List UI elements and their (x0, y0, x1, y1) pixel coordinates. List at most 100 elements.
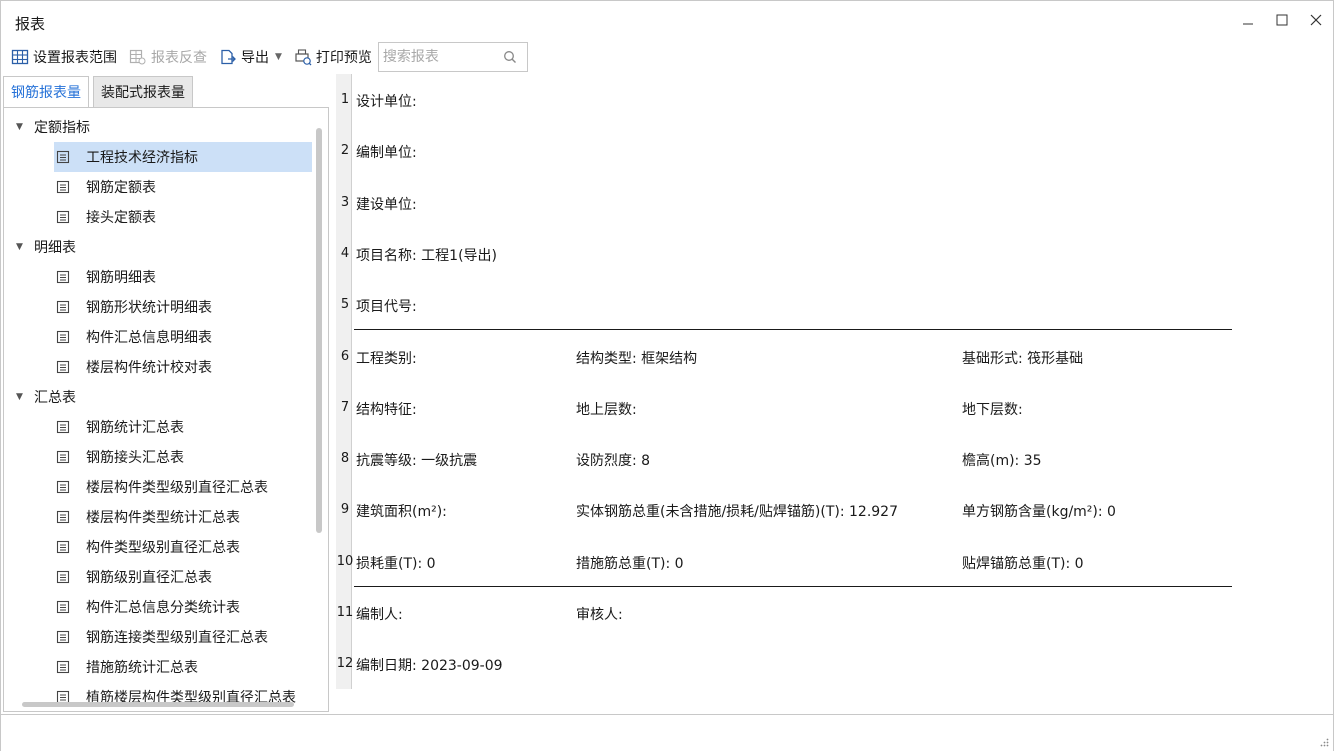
reverse-check-label: 报表反查 (151, 50, 207, 66)
tree-item[interactable]: 钢筋形状统计明细表 (4, 292, 314, 322)
report-row: 1 设计单位: (336, 74, 1256, 125)
status-bar (1, 714, 1333, 751)
row-number: 5 (340, 297, 350, 313)
report-nav-panel: 钢筋报表量 装配式报表量 ▼ 定额指标工程技术经济指标 钢筋定额表接头定额表 ▼ 明细表… (1, 74, 331, 714)
row-number: 2 (340, 143, 350, 159)
search-input[interactable] (378, 44, 497, 70)
tree-item-label: 构件类型级别直径汇总表 (86, 540, 240, 556)
tree-item[interactable]: 楼层构件类型统计汇总表 (4, 502, 314, 532)
tab-prefab-report[interactable]: 装配式报表量 (93, 76, 193, 108)
row-number: 1 (340, 92, 350, 107)
report-tabs: 钢筋报表量 装配式报表量 (3, 76, 197, 108)
tree-item[interactable]: 构件汇总信息明细表 (4, 322, 314, 352)
tree-item[interactable]: 钢筋连接类型级别直径汇总表 (4, 622, 314, 652)
tree-item[interactable]: 钢筋定额表 (4, 172, 314, 202)
tab-rebar-report[interactable]: 钢筋报表量 (3, 76, 89, 108)
tree-item[interactable]: 钢筋明细表 (4, 262, 314, 292)
report-row: 12 编制日期: 2023-09-09 (336, 638, 1256, 689)
row-number: 7 (340, 399, 350, 415)
print-preview-label: 打印预览 (315, 50, 372, 66)
tree-group-label: 定额指标 (34, 120, 90, 136)
row-number: 9 (340, 502, 350, 518)
window-controls (1231, 7, 1333, 33)
tree-item[interactable]: 构件汇总信息分类统计表 (4, 592, 314, 622)
tree-group[interactable]: ▼ 定额指标 (4, 112, 314, 142)
report-cell: 审核人: (576, 607, 623, 623)
close-button[interactable] (1299, 7, 1333, 33)
tree-item[interactable]: 构件类型级别直径汇总表 (4, 532, 314, 562)
report-cell: 项目名称: 工程1(导出) (356, 247, 497, 264)
report-cell: 编制日期: 2023-09-09 (356, 658, 503, 675)
print-preview-icon (294, 48, 312, 66)
export-label: 导出 (241, 50, 269, 66)
tree-group[interactable]: ▼ 汇总表 (4, 382, 314, 412)
tree-vertical-scrollbar[interactable] (316, 128, 322, 533)
report-cell: 结构特征: (356, 401, 417, 418)
tree-item[interactable]: 植筋楼层构件类型级别直径汇总表 (4, 682, 314, 711)
report-row: 7 结构特征: 地上层数: 地下层数: (336, 382, 1256, 433)
report-cell: 地下层数: (962, 401, 1023, 418)
report-cell: 编制单位: (356, 145, 417, 162)
tree-item-label: 钢筋级别直径汇总表 (86, 570, 212, 586)
report-cell: 编制人: (356, 607, 403, 623)
minimize-button[interactable] (1231, 7, 1265, 33)
tree-item[interactable]: 钢筋级别直径汇总表 (4, 562, 314, 592)
title-bar: 报表 (1, 1, 1333, 39)
tree-horizontal-scrollbar[interactable] (22, 702, 294, 707)
document-icon (56, 599, 72, 615)
chevron-down-icon[interactable]: ▼ (275, 52, 282, 62)
report-row: 2 编制单位: (336, 125, 1256, 176)
document-icon (56, 359, 72, 375)
report-row: 6 工程类别: 结构类型: 框架结构 基础形式: 筏形基础 (336, 331, 1256, 382)
row-number: 10 (336, 553, 354, 569)
print-preview-button[interactable]: 打印预览 (294, 44, 372, 70)
separator-line (354, 329, 1232, 330)
tree-item[interactable]: 钢筋统计汇总表 (4, 412, 314, 442)
report-row: 10 损耗重(T): 0 措施筋总重(T): 0 贴焊锚筋总重(T): 0 (336, 536, 1256, 587)
tree-item-label: 钢筋定额表 (86, 180, 156, 196)
caret-down-icon[interactable]: ▼ (16, 392, 26, 402)
reverse-check-button[interactable]: 报表反查 (129, 44, 207, 70)
export-button[interactable]: 导出 ▼ (219, 44, 282, 70)
tree-item-label: 工程技术经济指标 (86, 150, 198, 166)
report-window: 报表 设置报表范围 报表反查 导出 ▼ 打印预览 搜索报表 钢筋报表量 装配式报… (0, 0, 1334, 751)
report-cell: 建设单位: (356, 196, 417, 213)
report-cell: 结构类型: 框架结构 (576, 350, 698, 367)
grid-icon (11, 48, 29, 66)
tree-item[interactable]: 工程技术经济指标 (54, 142, 312, 172)
report-cell: 工程类别: (356, 350, 417, 367)
tree-item[interactable]: 楼层构件类型级别直径汇总表 (4, 472, 314, 502)
window-title: 报表 (15, 15, 46, 33)
search-icon[interactable] (503, 50, 517, 68)
export-icon (219, 48, 237, 66)
resize-grip-icon[interactable] (1319, 737, 1329, 747)
tree-item[interactable]: 接头定额表 (4, 202, 314, 232)
maximize-button[interactable] (1265, 7, 1299, 33)
caret-down-icon[interactable]: ▼ (16, 122, 26, 132)
report-tree-container: ▼ 定额指标工程技术经济指标 钢筋定额表接头定额表 ▼ 明细表 钢筋明细表钢筋形状统计明细… (3, 107, 329, 712)
document-icon (56, 329, 72, 345)
caret-down-icon[interactable]: ▼ (16, 242, 26, 252)
tree-item-label: 措施筋统计汇总表 (86, 660, 198, 676)
tree-item[interactable]: 楼层构件统计校对表 (4, 352, 314, 382)
set-report-range-button[interactable]: 设置报表范围 (11, 44, 117, 70)
report-row: 5 项目代号: (336, 279, 1256, 330)
document-icon (56, 629, 72, 645)
tree-item-label: 钢筋统计汇总表 (86, 420, 184, 436)
document-icon (56, 509, 72, 525)
close-icon (1310, 14, 1322, 26)
report-cell: 建筑面积(m²): (356, 504, 447, 521)
tree-item-label: 钢筋形状统计明细表 (86, 300, 212, 316)
document-icon (56, 299, 72, 315)
report-cell: 实体钢筋总重(未含措施/损耗/贴焊锚筋)(T): 12.927 (576, 504, 898, 521)
tree-item[interactable]: 钢筋接头汇总表 (4, 442, 314, 472)
report-cell: 基础形式: 筏形基础 (962, 350, 1084, 367)
row-number: 8 (340, 451, 350, 467)
document-icon (56, 179, 72, 195)
tree-item[interactable]: 措施筋统计汇总表 (4, 652, 314, 682)
tree-group[interactable]: ▼ 明细表 (4, 232, 314, 262)
reverse-lookup-icon (129, 48, 147, 66)
maximize-icon (1276, 14, 1288, 26)
report-cell: 抗震等级: 一级抗震 (356, 453, 478, 470)
document-icon (56, 209, 72, 225)
